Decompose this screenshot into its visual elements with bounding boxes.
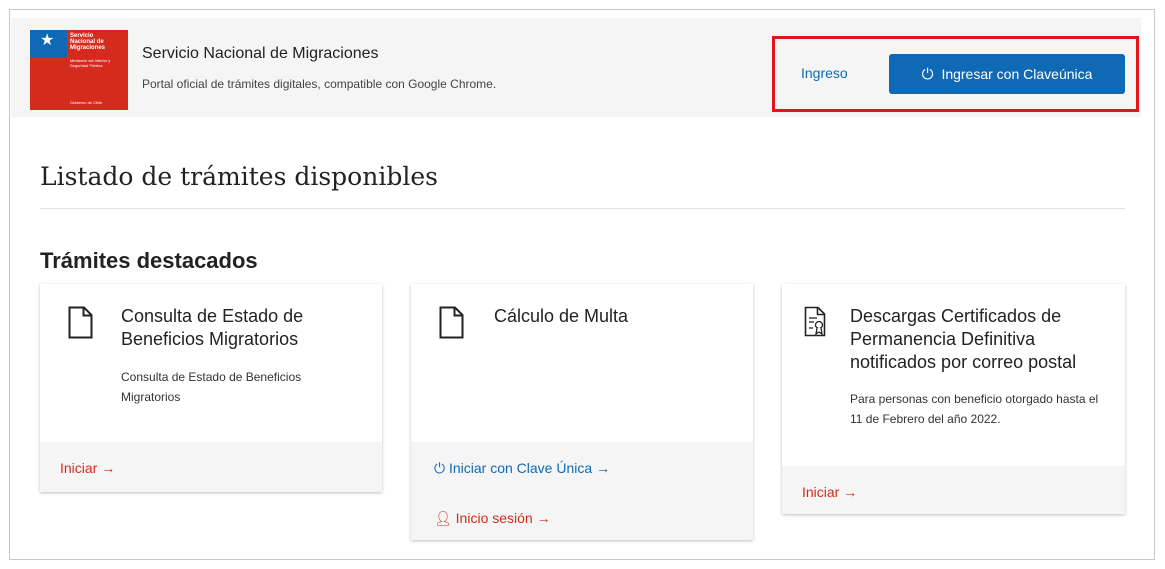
iniciar-link[interactable]: Iniciar → — [60, 460, 115, 476]
tramite-card: Cálculo de Multa ⏻ Iniciar con Clave Úni… — [411, 284, 753, 540]
tramite-card: Descargas Certificados de Permanencia De… — [782, 284, 1125, 514]
claveunica-login-button[interactable]: ⏻ Ingresar con Claveúnica — [889, 54, 1125, 94]
coat-of-arms-icon: ★ — [40, 32, 55, 49]
card-title: Descargas Certificados de Permanencia De… — [850, 306, 1077, 372]
power-icon: ⏻ — [921, 65, 934, 83]
iniciar-clave-unica-link[interactable]: ⏻ Iniciar con Clave Única → — [434, 460, 610, 477]
divider — [40, 208, 1125, 209]
section-title: Trámites destacados — [40, 248, 258, 273]
site-subtitle: Portal oficial de trámites digitales, co… — [142, 77, 497, 91]
inicio-sesion-link[interactable]: 👤︎ Inicio sesión → — [434, 510, 551, 527]
tramite-card: Consulta de Estado de Beneficios Migrato… — [40, 284, 382, 492]
card-description: Consulta de Estado de Beneficios Migrato… — [121, 370, 302, 404]
ingreso-link[interactable]: Ingreso — [801, 65, 848, 81]
card-title: Cálculo de Multa — [494, 306, 629, 326]
user-icon: 👤︎ — [434, 510, 452, 526]
card-title: Consulta de Estado de Beneficios Migrato… — [121, 306, 304, 349]
certificate-icon — [804, 306, 826, 337]
card-description: Para personas con beneficio otorgado has… — [850, 392, 1099, 426]
gov-logo: ★ Servicio Nacional de Migraciones Minis… — [30, 30, 128, 110]
document-icon — [439, 306, 464, 339]
power-icon: ⏻ — [434, 460, 446, 476]
site-title: Servicio Nacional de Migraciones — [142, 45, 379, 62]
page-title: Listado de trámites disponibles — [40, 162, 438, 191]
iniciar-link[interactable]: Iniciar → — [802, 484, 857, 500]
document-icon — [68, 306, 93, 339]
